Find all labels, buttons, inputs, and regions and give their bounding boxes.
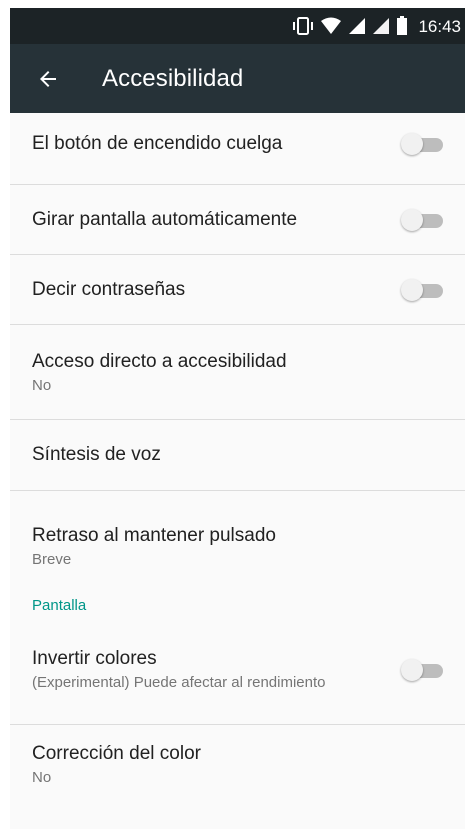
toolbar: Accesibilidad [10, 44, 465, 113]
setting-title: Girar pantalla automáticamente [32, 208, 298, 230]
power-button-ends-call-row[interactable]: El botón de encendido cuelga [10, 113, 465, 185]
setting-summary: No [32, 376, 52, 394]
power-button-toggle[interactable] [401, 132, 443, 156]
section-header-display: Pantalla [32, 597, 87, 614]
color-correction-row[interactable]: Corrección del color No [10, 725, 465, 803]
page-title: Accesibilidad [102, 64, 244, 92]
setting-title: El botón de encendido cuelga [32, 132, 283, 154]
setting-title: Acceso directo a accesibilidad [32, 350, 287, 372]
wifi-icon [320, 17, 342, 35]
vibrate-icon [292, 17, 314, 35]
speak-passwords-row[interactable]: Decir contraseñas [10, 255, 465, 325]
speak-passwords-toggle[interactable] [401, 278, 443, 302]
auto-rotate-toggle[interactable] [401, 208, 443, 232]
screen: 16:43 Accesibilidad El botón de encendid… [10, 8, 465, 829]
status-icons [292, 16, 408, 36]
setting-title: Corrección del color [32, 742, 201, 764]
accessibility-shortcut-row[interactable]: Acceso directo a accesibilidad No [10, 325, 465, 420]
signal-icon [372, 17, 390, 35]
setting-title: Decir contraseñas [32, 278, 186, 300]
setting-summary: (Experimental) Puede afectar al rendimie… [32, 674, 326, 691]
invert-colors-toggle[interactable] [401, 658, 443, 682]
setting-summary: Breve [32, 551, 72, 568]
setting-title: Retraso al mantener pulsado [32, 525, 276, 546]
status-bar: 16:43 [10, 8, 465, 44]
settings-list: El botón de encendido cuelga Girar panta… [10, 113, 465, 829]
back-button[interactable] [32, 63, 64, 95]
setting-title: Invertir colores [32, 648, 157, 669]
setting-summary: No [32, 768, 52, 786]
back-arrow-icon [40, 70, 56, 87]
battery-icon [396, 16, 408, 36]
auto-rotate-row[interactable]: Girar pantalla automáticamente [10, 185, 465, 255]
invert-colors-row[interactable]: Invertir colores (Experimental) Puede af… [10, 615, 465, 725]
touch-hold-delay-row[interactable]: Retraso al mantener pulsado Breve [10, 491, 465, 577]
signal-icon [348, 17, 366, 35]
text-to-speech-row[interactable]: Síntesis de voz [10, 420, 465, 491]
setting-title: Síntesis de voz [32, 444, 161, 465]
status-time: 16:43 [418, 16, 461, 36]
